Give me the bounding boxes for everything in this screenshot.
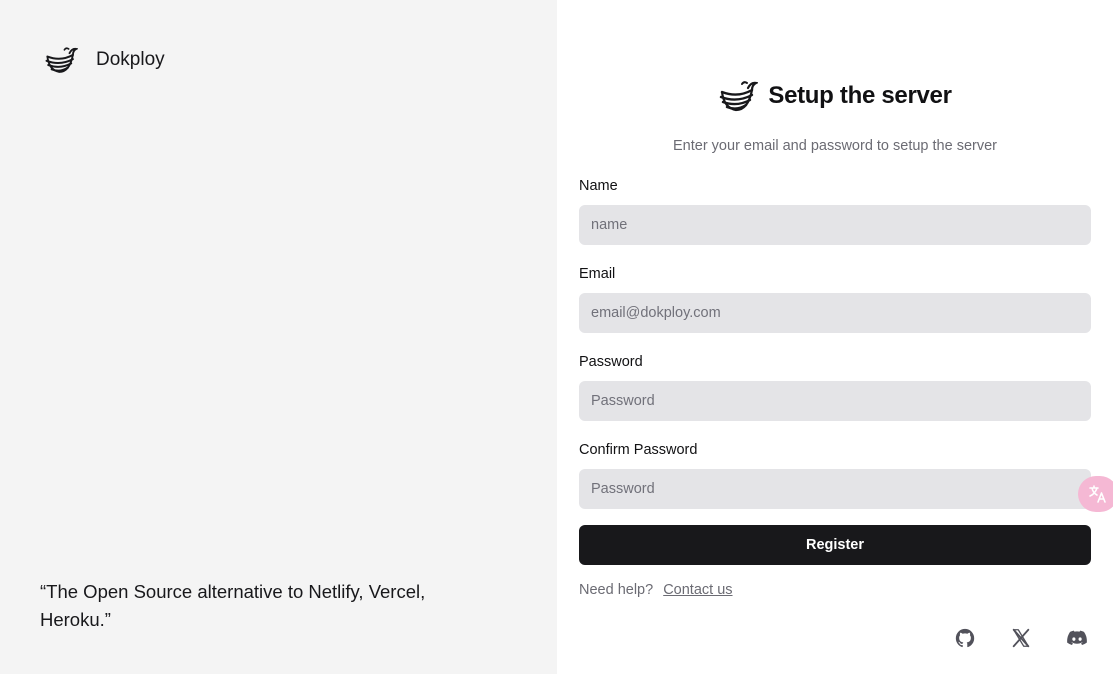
page-subtitle: Enter your email and password to setup t… bbox=[673, 138, 997, 154]
password-field[interactable] bbox=[579, 381, 1091, 421]
translate-widget-button[interactable] bbox=[1078, 476, 1113, 512]
confirm-password-field[interactable] bbox=[579, 469, 1091, 509]
name-label: Name bbox=[579, 178, 618, 194]
discord-icon[interactable] bbox=[1065, 627, 1089, 649]
dokploy-whale-logo-icon bbox=[45, 47, 78, 73]
email-label: Email bbox=[579, 266, 616, 282]
form-header: Setup the server bbox=[557, 78, 1113, 114]
brand-name: Dokploy bbox=[96, 49, 165, 70]
brand-panel: Dokploy “The Open Source alternative to … bbox=[0, 0, 557, 674]
x-twitter-icon[interactable] bbox=[1010, 627, 1032, 649]
brand: Dokploy bbox=[44, 44, 165, 76]
setup-form-panel: Setup the server Enter your email and pa… bbox=[557, 0, 1113, 674]
contact-us-link[interactable]: Contact us bbox=[663, 582, 732, 598]
register-button[interactable]: Register bbox=[579, 525, 1091, 565]
page-title: Setup the server bbox=[768, 82, 952, 109]
translate-icon bbox=[1089, 485, 1106, 503]
help-row: Need help? Contact us bbox=[579, 582, 733, 598]
tagline-quote: “The Open Source alternative to Netlify,… bbox=[40, 581, 426, 630]
github-icon[interactable] bbox=[954, 627, 976, 649]
password-label: Password bbox=[579, 354, 643, 370]
dokploy-whale-logo-icon bbox=[720, 81, 759, 112]
confirm-password-label: Confirm Password bbox=[579, 442, 698, 458]
email-field[interactable] bbox=[579, 293, 1091, 333]
name-field[interactable] bbox=[579, 205, 1091, 245]
help-text: Need help? bbox=[579, 582, 654, 598]
